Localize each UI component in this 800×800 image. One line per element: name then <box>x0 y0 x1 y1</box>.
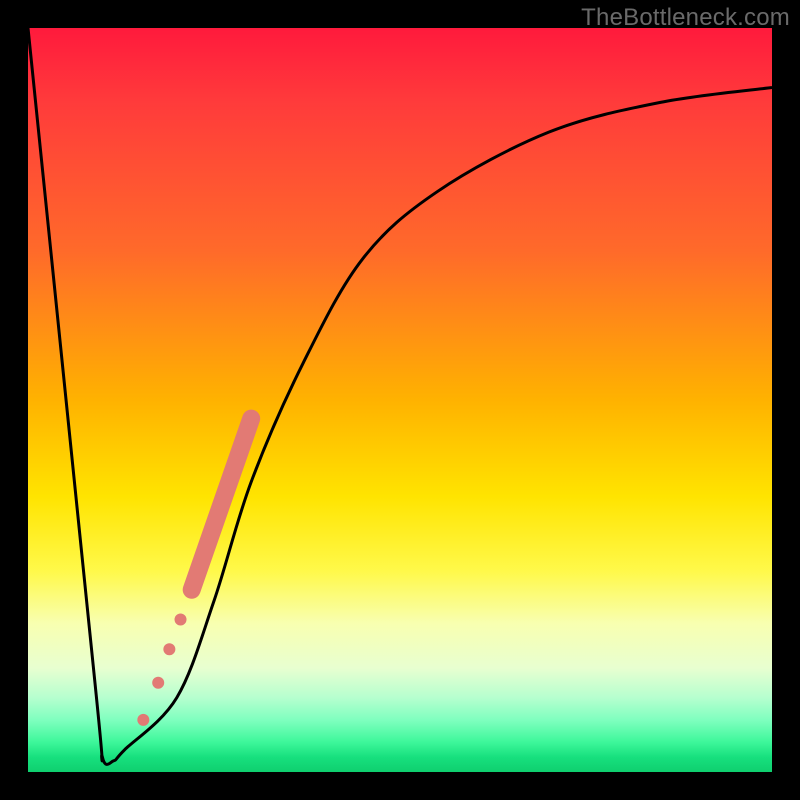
watermark-text: TheBottleneck.com <box>581 4 790 32</box>
chart-svg <box>28 28 772 772</box>
marker-dot <box>175 613 187 625</box>
marker-dot <box>152 677 164 689</box>
bottleneck-curve <box>28 28 772 764</box>
chart-frame: TheBottleneck.com <box>0 0 800 800</box>
curve-markers <box>137 419 251 726</box>
curve-line <box>28 28 772 764</box>
plot-area <box>28 28 772 772</box>
marker-dot <box>137 714 149 726</box>
marker-dot <box>163 643 175 655</box>
